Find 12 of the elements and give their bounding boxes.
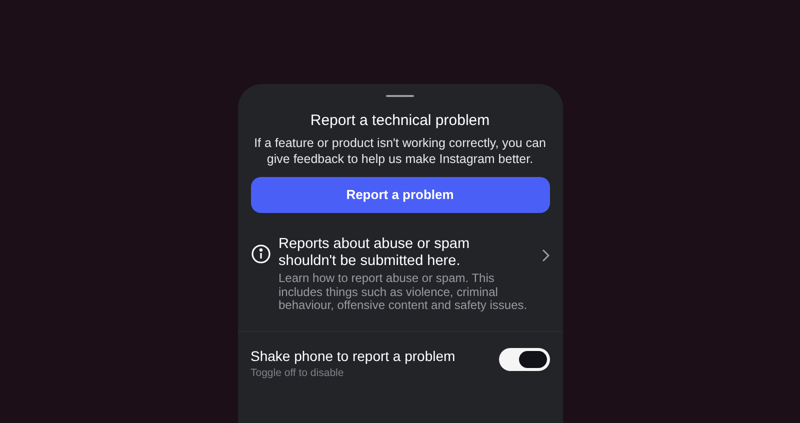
shake-toggle[interactable] xyxy=(498,348,550,370)
setting-label: Shake phone to report a problem xyxy=(250,346,456,364)
drag-handle[interactable] xyxy=(386,95,414,97)
setting-hint: Toggle off to disable xyxy=(250,366,345,380)
abuse-info-row[interactable]: Reports about abuse or spam shouldn't be submitted here. Learn how to report abuse or spam. This includes things such as violence, criminal behaviour, offensive content and safety issues. xyxy=(250,236,550,312)
chevron-right-icon xyxy=(542,249,550,262)
sheet-description: If a feature or product isn't working correctly, you can give feedback to help us make Instagram better. xyxy=(253,135,547,167)
info-title: Reports about abuse or spam shouldn't be submitted here. xyxy=(278,236,471,270)
info-icon xyxy=(250,244,270,264)
report-problem-button[interactable]: Report a problem xyxy=(250,177,550,213)
sheet-title: Report a technical problem xyxy=(310,112,490,130)
info-description: Learn how to report abuse or spam. This includes things such as violence, criminal behaviour, offensive content and safety issues. xyxy=(278,272,528,312)
